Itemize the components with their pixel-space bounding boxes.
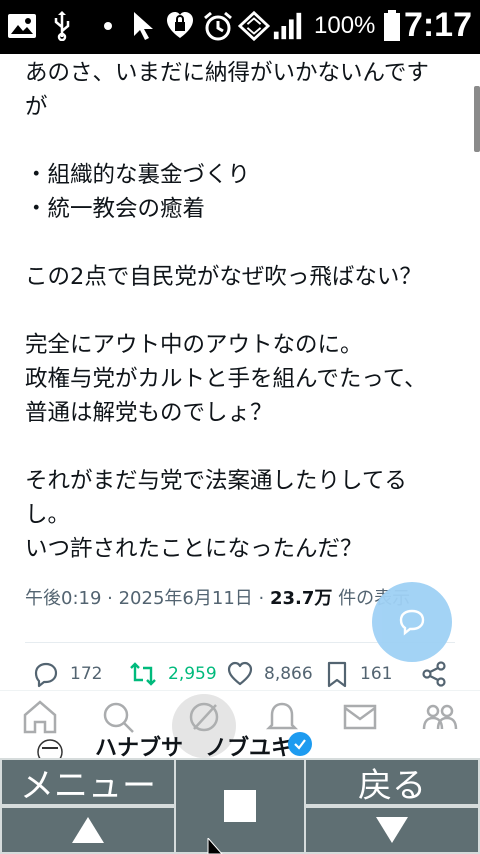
tweet-line — [25, 294, 465, 328]
tweet-line: 普通は解党ものでしょ？ — [25, 400, 273, 426]
menu-key[interactable]: メニュー — [0, 758, 176, 806]
data-arrows-icon — [238, 10, 270, 42]
menu-key-label: メニュー — [20, 765, 156, 806]
dot-icon — [92, 10, 124, 42]
battery-percent: 100% — [314, 12, 376, 39]
status-bar: 100% 7:17 — [0, 0, 480, 54]
back-key-label: 戻る — [358, 765, 426, 806]
tweet-line: この2点で自民党がなぜ吹っ飛ばない？ — [25, 264, 422, 290]
compose-icon — [399, 609, 425, 636]
tweet-line — [25, 124, 465, 158]
center-select-key[interactable] — [174, 758, 306, 854]
view-count: 23.7万 — [269, 588, 333, 609]
cursor-icon — [128, 10, 160, 42]
tweet-line: し。 — [25, 502, 71, 528]
back-key[interactable]: 戻る — [304, 758, 480, 806]
triangle-down-icon — [376, 817, 408, 843]
triangle-up-icon — [72, 817, 104, 843]
tweet-line: ・組織的な裏金づくり — [25, 162, 251, 188]
reply-author-row[interactable]: ハナブサ ノブユキ — [0, 726, 480, 758]
square-icon — [224, 790, 256, 822]
scrollbar[interactable] — [474, 86, 480, 152]
tweet-line: 完全にアウト中のアウトなのに。 — [25, 332, 363, 358]
reply-author-name[interactable]: ハナブサ ノブユキ — [95, 730, 293, 758]
image-icon — [6, 10, 38, 42]
usb-icon — [46, 10, 78, 42]
heart-icon — [227, 661, 253, 686]
retweet-count: 2,959 — [168, 664, 217, 684]
tweet-line: ・統一教会の癒着 — [25, 196, 206, 222]
mouse-pointer-icon — [207, 838, 223, 854]
share-icon — [422, 661, 446, 687]
retweet-icon — [130, 662, 156, 686]
compose-reply-button[interactable] — [372, 582, 452, 662]
tweet-line: が — [25, 94, 48, 120]
scroll-down-key[interactable] — [304, 806, 480, 854]
heart-lock-icon — [164, 10, 196, 42]
tweet-line: それがまだ与党で法案通したりしてる — [25, 468, 407, 494]
bookmark-button[interactable]: 161 — [324, 660, 392, 688]
tweet-line — [25, 430, 465, 464]
bookmark-icon — [327, 661, 347, 688]
share-button[interactable] — [420, 660, 458, 688]
tweet-meta: 午後0:19 · 2025年6月11日 · 23.7万 件の表示 — [25, 588, 411, 609]
tweet-date[interactable]: 2025年6月11日 — [119, 588, 253, 609]
tweet-line: 政権与党がカルトと手を組んでたって、 — [25, 366, 427, 392]
like-button[interactable]: 8,866 — [226, 660, 313, 688]
scroll-up-key[interactable] — [0, 806, 176, 854]
tweet-line: あのさ、いまだに納得がいかないんです — [25, 60, 429, 86]
avatar[interactable] — [36, 738, 64, 758]
like-count: 8,866 — [264, 664, 313, 684]
tweet-detail[interactable]: あのさ、いまだに納得がいかないんです が ・組織的な裏金づくり ・統一教会の癒着… — [0, 54, 480, 758]
tweet-line — [25, 226, 465, 260]
tweet-time[interactable]: 午後0:19 — [25, 588, 101, 609]
reply-button[interactable]: 172 — [32, 660, 102, 688]
signal-icon — [272, 10, 304, 42]
retweet-button[interactable]: 2,959 — [128, 660, 217, 688]
bookmark-count: 161 — [360, 664, 393, 684]
reply-icon — [34, 662, 58, 688]
soft-key-bar: メニュー 戻る — [0, 758, 480, 854]
tweet-text: あのさ、いまだに納得がいかないんです が ・組織的な裏金づくり ・統一教会の癒着… — [25, 56, 465, 566]
alarm-icon — [202, 10, 234, 42]
reply-count: 172 — [70, 664, 103, 684]
verified-badge-icon — [288, 732, 312, 756]
tweet-line: いつ許されたことになったんだ？ — [25, 536, 363, 562]
clock: 7:17 — [403, 6, 472, 44]
